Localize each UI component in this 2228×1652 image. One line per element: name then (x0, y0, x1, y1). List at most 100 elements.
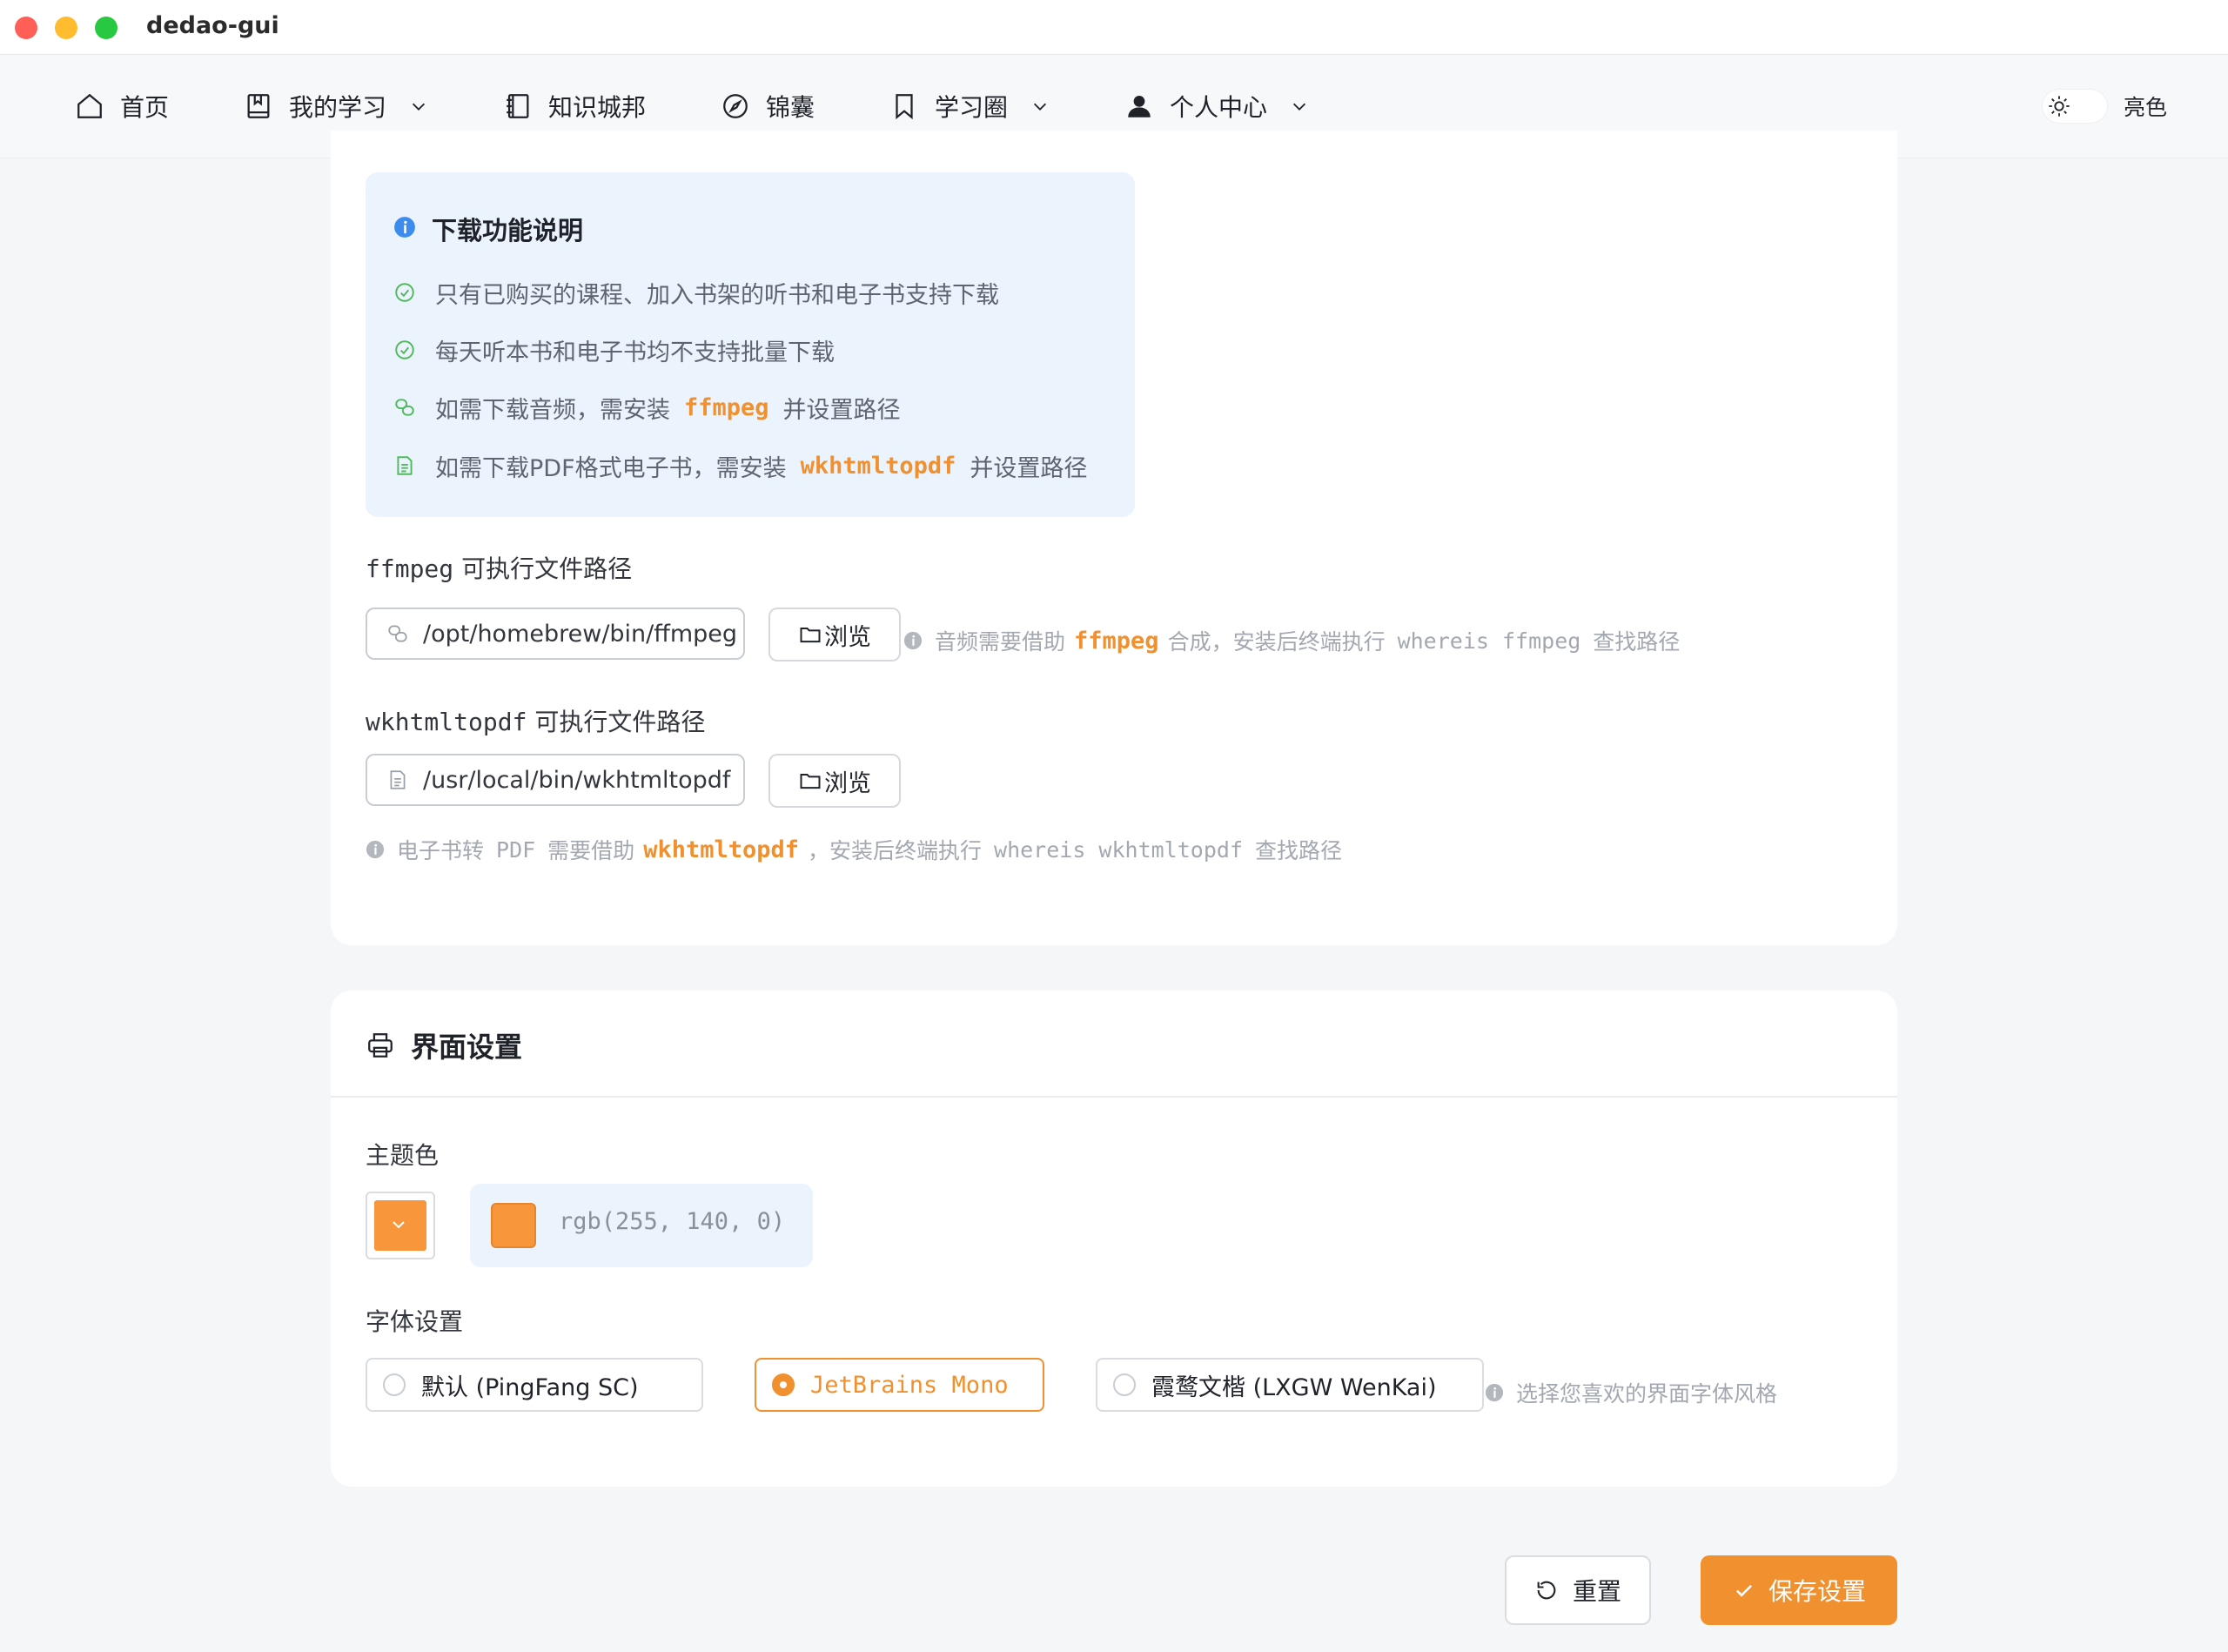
window-titlebar: dedao-gui (0, 0, 2228, 55)
wkhtmltopdf-path-value: /usr/local/bin/wkhtmltopdf (423, 766, 731, 794)
radio-dot (772, 1373, 795, 1396)
hint-text: 音频需要借助 (935, 629, 1066, 655)
theme-color-picker[interactable] (366, 1192, 435, 1259)
hint-command: whereis wkhtmltopdf (994, 836, 1243, 863)
nav-knowledge-city-label: 知识城邦 (548, 93, 647, 122)
nav-home-label: 首页 (120, 93, 170, 122)
home-icon (77, 93, 102, 118)
theme-color-label: 主题色 (366, 1141, 440, 1170)
info-row-prefix: 如需下载音频，需安装 (435, 396, 670, 424)
reset-icon (1537, 1581, 1556, 1600)
hint-text: 查找路径 (1593, 629, 1681, 655)
chevron-down-icon (1292, 103, 1306, 111)
save-label: 保存设置 (1768, 1577, 1866, 1606)
ffmpeg-path-label: ffmpeg 可执行文件路径 (366, 550, 632, 585)
wkhtmltopdf-browse-button[interactable]: 浏览 (768, 754, 901, 808)
font-hint: 选择您喜欢的界面字体风格 (1485, 1377, 1777, 1408)
info-row-text: 只有已购买的课程、加入书架的听书和电子书支持下载 (435, 281, 999, 309)
user-icon (1128, 95, 1151, 118)
font-option-label: 霞鹜文楷 (LXGW WenKai) (1151, 1373, 1437, 1401)
hint-pdf: PDF (496, 836, 536, 863)
book-icon (247, 94, 270, 118)
notebook-icon (507, 94, 529, 118)
hint-text: 合成，安装后终端执行 (1167, 629, 1386, 655)
ffmpeg-path-value: /opt/homebrew/bin/ffmpeg (423, 620, 738, 648)
font-option-default[interactable]: 默认 (PingFang SC) (366, 1358, 703, 1412)
check-circle-icon (395, 283, 414, 302)
info-row-code: wkhtmltopdf (800, 452, 956, 480)
font-settings-label: 字体设置 (366, 1307, 464, 1336)
theme-label: 亮色 (2124, 95, 2168, 120)
info-row-suffix: 并设置路径 (970, 454, 1088, 482)
document-icon (397, 456, 413, 475)
font-option-lxgw-wenkai[interactable]: 霞鹜文楷 (LXGW WenKai) (1096, 1358, 1484, 1412)
folder-icon (800, 628, 821, 643)
hint-code: ffmpeg (1074, 627, 1159, 655)
theme-color-value: rgb(255, 140, 0) (559, 1208, 786, 1235)
nav-study-circle-label: 学习圈 (935, 93, 1009, 122)
info-row-text: 每天听本书和电子书均不支持批量下载 (435, 339, 835, 366)
radio-dot (1113, 1373, 1136, 1396)
hint-text: 查找路径 (1255, 838, 1343, 863)
wkhtmltopdf-label-code: wkhtmltopdf (366, 708, 527, 736)
wkhtmltopdf-label-text: 可执行文件路径 (534, 708, 706, 736)
reset-label: 重置 (1572, 1577, 1621, 1606)
nav-my-learning-label: 我的学习 (289, 93, 387, 122)
wkhtmltopdf-path-input[interactable]: /usr/local/bin/wkhtmltopdf (366, 754, 745, 806)
wkhtmltopdf-path-label: wkhtmltopdf 可执行文件路径 (366, 703, 705, 738)
nav-personal-center[interactable]: 个人中心 (1124, 86, 1309, 126)
sun-icon (2049, 96, 2070, 117)
link-icon (388, 625, 407, 642)
info-row: 只有已购买的课程、加入书架的听书和电子书支持下载 (393, 275, 999, 310)
font-option-jetbrains-mono[interactable]: JetBrains Mono (755, 1358, 1044, 1412)
link-icon (395, 399, 414, 416)
check-icon (1735, 1584, 1753, 1597)
hint-text: 电子书转 (397, 838, 485, 863)
chevron-down-icon (412, 103, 426, 111)
info-icon (366, 840, 385, 859)
maximize-window-button[interactable] (95, 17, 117, 39)
ffmpeg-path-input[interactable]: /opt/homebrew/bin/ffmpeg (366, 608, 745, 660)
hint-text: ，安装后终端执行 (808, 838, 983, 863)
info-row-prefix: 如需下载PDF格式电子书，需安装 (435, 454, 787, 482)
compass-icon (723, 94, 748, 118)
reset-button[interactable]: 重置 (1505, 1555, 1651, 1625)
nav-knowledge-city[interactable]: 知识城邦 (503, 86, 646, 126)
info-row-code: ffmpeg (684, 393, 769, 421)
close-window-button[interactable] (15, 17, 37, 39)
info-row: 如需下载PDF格式电子书，需安装 wkhtmltopdf 并设置路径 (393, 448, 1087, 483)
nav-personal-center-label: 个人中心 (1170, 93, 1268, 122)
info-icon (1485, 1383, 1504, 1402)
wkhtmltopdf-hint: 电子书转 PDF 需要借助 wkhtmltopdf ，安装后终端执行 where… (366, 834, 1342, 865)
ui-settings-title: 界面设置 (411, 1031, 523, 1064)
nav-my-learning[interactable]: 我的学习 (244, 86, 428, 126)
ffmpeg-browse-button[interactable]: 浏览 (768, 608, 901, 661)
info-icon (903, 631, 923, 650)
chevron-down-icon (393, 1221, 405, 1229)
theme-toggle[interactable] (2042, 89, 2108, 124)
nav-study-circle[interactable]: 学习圈 (889, 86, 1050, 126)
ffmpeg-label-code: ffmpeg (366, 554, 454, 583)
minimize-window-button[interactable] (55, 17, 77, 39)
font-option-label: 默认 (PingFang SC) (421, 1373, 639, 1401)
font-option-label: JetBrains Mono (810, 1371, 1009, 1399)
ffmpeg-label-text: 可执行文件路径 (461, 554, 633, 583)
nav-jinnang-label: 锦囊 (766, 93, 815, 122)
nav-home[interactable]: 首页 (75, 86, 169, 126)
hint-command: whereis ffmpeg (1397, 628, 1581, 654)
info-icon (394, 217, 415, 238)
download-info-title: 下载功能说明 (432, 216, 584, 245)
hint-text: 需要借助 (547, 838, 635, 863)
chevron-down-icon (1033, 103, 1047, 111)
download-info-box: 下载功能说明 只有已购买的课程、加入书架的听书和电子书支持下载 每天听本书和电子… (366, 172, 1135, 517)
save-settings-button[interactable]: 保存设置 (1701, 1555, 1897, 1625)
nav-jinnang[interactable]: 锦囊 (721, 86, 815, 126)
bookmark-icon (896, 94, 913, 120)
browse-label: 浏览 (824, 623, 871, 651)
ffmpeg-hint: 音频需要借助 ffmpeg 合成，安装后终端执行 whereis ffmpeg … (903, 625, 1680, 656)
check-circle-icon (395, 340, 414, 359)
info-row-suffix: 并设置路径 (782, 396, 901, 424)
hint-code: wkhtmltopdf (643, 836, 799, 863)
browse-label: 浏览 (824, 769, 871, 797)
radio-dot (383, 1373, 406, 1396)
